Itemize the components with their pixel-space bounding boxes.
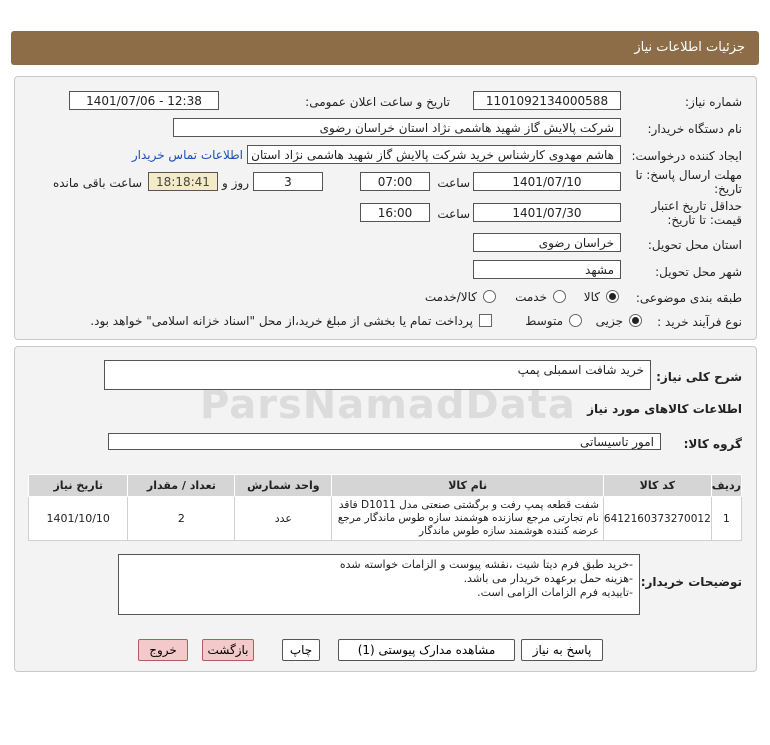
province-label: استان محل تحویل: [647,238,742,252]
table-row: 1 6412160373270012 شفت قطعه پمپ رفت و بر… [27,496,743,541]
category-service-label: خدمت [515,290,547,304]
process-medium-label: متوسط [525,314,563,328]
buyer-notes-field[interactable]: -خرید طبق فرم دیتا شیت ،نقشه پیوست و الز… [118,554,640,615]
back-button[interactable]: بازگشت [202,639,254,661]
col-unit: واحد شمارش [234,474,333,497]
cell-qty: 2 [127,496,236,541]
days-field[interactable]: 3 [253,172,323,191]
treasury-payment-checkbox[interactable] [479,314,492,327]
city-label: شهر محل تحویل: [655,265,742,279]
announce-field[interactable]: 1401/07/06 - 12:38 [69,91,219,110]
days-label: روز و [222,176,249,190]
process-minor-radio[interactable] [629,314,642,327]
page-title: جزئیات اطلاعات نیاز [634,40,745,55]
cell-name: شفت قطعه پمپ رفت و برگشتی صنعتی مدل D101… [331,496,604,541]
need-number-label: شماره نیاز: [685,95,742,109]
summary-label: شرح کلی نیاز: [656,370,742,384]
col-row: ردیف [710,474,743,497]
cell-row: 1 [710,496,743,541]
col-code: کد کالا [602,474,712,497]
goods-section-title: اطلاعات کالاهای مورد نیاز [587,402,742,416]
reply-date-field[interactable]: 1401/07/10 [473,172,621,191]
goods-group-field[interactable]: امور تاسیساتی [108,433,661,450]
goods-table: ردیف کد کالا نام کالا واحد شمارش تعداد /… [27,474,743,541]
reply-time-field[interactable]: 07:00 [360,172,430,191]
reply-time-label: ساعت [437,176,470,190]
col-name: نام کالا [331,474,604,497]
col-qty: تعداد / مقدار [127,474,236,497]
print-button[interactable]: چاپ [282,639,320,661]
validity-date-field[interactable]: 1401/07/30 [473,203,621,222]
category-label: طبقه بندی موضوعی: [635,291,742,305]
remaining-time-label: ساعت باقی مانده [52,176,142,190]
category-goods-service-label: کالا/خدمت [424,290,477,304]
process-medium-radio[interactable] [569,314,582,327]
exit-button[interactable]: خروج [138,639,188,661]
treasury-payment-note: پرداخت تمام یا بخشی از مبلغ خرید،از محل … [90,314,473,328]
category-goods-service-radio[interactable] [483,290,496,303]
col-date: تاریخ نیاز [27,474,129,497]
contact-info-link[interactable]: اطلاعات تماس خریدار [132,148,243,162]
cell-unit: عدد [234,496,333,541]
buyer-org-label: نام دستگاه خریدار: [647,122,743,136]
cell-code: 6412160373270012 [602,496,712,541]
validity-time-label: ساعت [437,207,470,221]
reply-deadline-label-2: تاریخ: [714,182,742,196]
city-field[interactable]: مشهد [473,260,621,279]
page-header: جزئیات اطلاعات نیاز [11,31,759,65]
process-minor-label: جزیی [595,314,623,328]
goods-group-label: گروه کالا: [683,437,742,451]
buyer-org-field[interactable]: شرکت پالایش گاز شهید هاشمی نژاد استان خر… [173,118,621,137]
category-service-radio[interactable] [553,290,566,303]
buyer-notes-label: توضیحات خریدار: [640,575,742,589]
province-field[interactable]: خراسان رضوی [473,233,621,252]
buyer-note-line: -هزینه حمل برعهده خریدار می باشد. [463,572,633,585]
category-goods-label: کالا [583,290,600,304]
reply-deadline-label: مهلت ارسال پاسخ: تا [635,168,742,182]
process-label: نوع فرآیند خرید : [657,315,742,329]
reply-button[interactable]: پاسخ به نیاز [521,639,603,661]
cell-date: 1401/10/10 [27,496,129,541]
validity-time-field[interactable]: 16:00 [360,203,430,222]
announce-label: تاریخ و ساعت اعلان عمومی: [305,95,450,109]
validity-label: حداقل تاریخ اعتبار [651,199,742,213]
attachments-button[interactable]: مشاهده مدارک پیوستی (1) [338,639,515,661]
need-number-field[interactable]: 1101092134000588 [473,91,621,110]
category-goods-radio[interactable] [606,290,619,303]
buyer-note-line: -خرید طبق فرم دیتا شیت ،نقشه پیوست و الز… [339,558,633,571]
validity-label-2: قیمت: تا تاریخ: [667,213,742,227]
summary-field[interactable]: خرید شافت اسمبلی پمپ [104,360,651,390]
buyer-note-line: -تاییدیه فرم الزامات الزامی است. [477,586,633,599]
remaining-time-field: 18:18:41 [148,172,218,191]
creator-field[interactable]: هاشم مهدوی کارشناس خرید شرکت پالایش گاز … [247,145,621,164]
creator-label: ایجاد کننده درخواست: [631,149,742,163]
